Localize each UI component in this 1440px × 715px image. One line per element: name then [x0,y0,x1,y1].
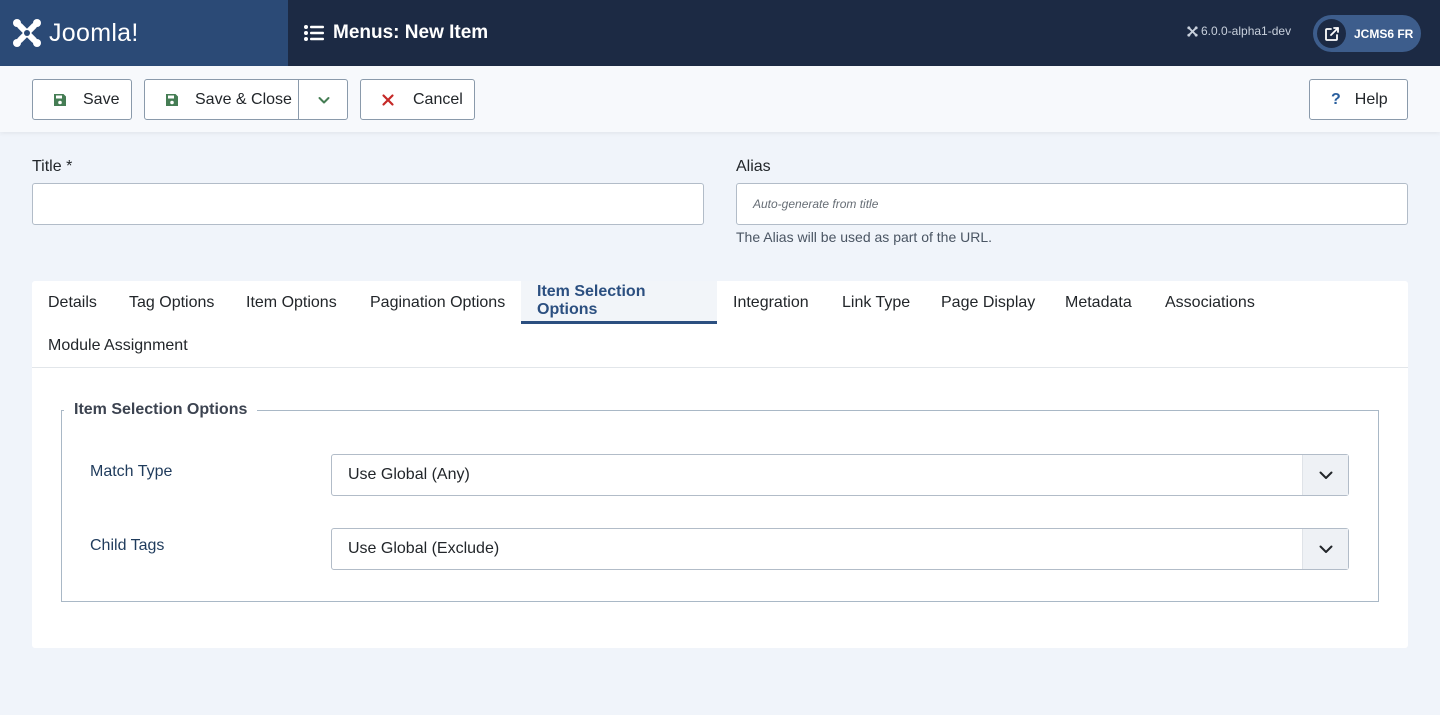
match-type-label: Match Type [90,463,173,480]
save-button[interactable]: Save [32,79,132,120]
page-title: Menus: New Item [304,0,488,66]
tab-integration[interactable]: Integration [717,281,825,324]
list-icon [304,25,324,41]
child-tags-caret [1302,529,1348,569]
site-name-label: JCMS6 FR [1354,26,1414,41]
question-icon: ? [1331,90,1341,108]
match-type-value: Use Global (Any) [348,466,470,483]
version-text: 6.0.0-alpha1-dev [1201,24,1292,38]
cancel-button[interactable]: Cancel [360,79,475,120]
fieldset-legend: Item Selection Options [64,401,258,419]
tab-pagination-options[interactable]: Pagination Options [354,281,521,324]
toolbar: Save Save & Close Cancel ? Help [0,66,1440,132]
tab-item-options[interactable]: Item Options [230,281,353,324]
child-tags-label: Child Tags [90,537,165,554]
joomla-small-icon [1187,25,1198,37]
tab-tag-options[interactable]: Tag Options [113,281,230,324]
alias-hint: The Alias will be used as part of the UR… [736,229,993,245]
tab-metadata[interactable]: Metadata [1049,281,1148,324]
save-close-label: Save & Close [195,90,292,108]
tab-module-assignment[interactable]: Module Assignment [32,324,204,367]
cancel-label: Cancel [413,90,463,108]
version-info: 6.0.0-alpha1-dev [1187,24,1291,38]
save-label: Save [83,90,120,108]
item-selection-fieldset [61,410,1379,602]
save-icon [166,93,178,106]
save-options-dropdown[interactable] [298,80,348,119]
tab-page-display[interactable]: Page Display [925,281,1051,324]
alias-label: Alias [736,158,771,175]
tab-details[interactable]: Details [32,281,113,324]
page-title-text: Menus: New Item [333,22,489,43]
chevron-down-icon [1319,545,1332,553]
match-type-select[interactable]: Use Global (Any) [331,454,1349,496]
help-label: Help [1354,90,1388,108]
tab-link-type[interactable]: Link Type [826,281,926,324]
app-header: Joomla! Menus: New Item 6.0.0-alpha1-dev [0,0,1440,66]
chevron-down-icon [1319,471,1332,479]
logo[interactable]: Joomla! [0,0,288,66]
logo-text: Joomla! [49,18,139,47]
view-site-button[interactable]: JCMS6 FR [1313,15,1421,52]
help-button[interactable]: ? Help [1309,79,1408,120]
title-input[interactable] [32,183,704,225]
tab-bar: Details Tag Options Item Options Paginat… [32,281,1408,368]
chevron-down-icon [318,96,329,103]
tab-associations[interactable]: Associations [1149,281,1271,324]
close-icon [382,93,394,106]
child-tags-value: Use Global (Exclude) [348,540,500,557]
child-tags-select[interactable]: Use Global (Exclude) [331,528,1349,570]
save-close-button[interactable]: Save & Close [144,79,348,120]
match-type-caret [1302,455,1348,495]
external-link-icon [1317,19,1346,48]
tab-item-selection-options[interactable]: Item Selection Options [521,281,717,324]
title-label: Title * [32,158,73,175]
save-icon [54,93,66,106]
alias-input[interactable]: Auto-generate from title [736,183,1408,225]
joomla-logo-icon [13,19,41,47]
